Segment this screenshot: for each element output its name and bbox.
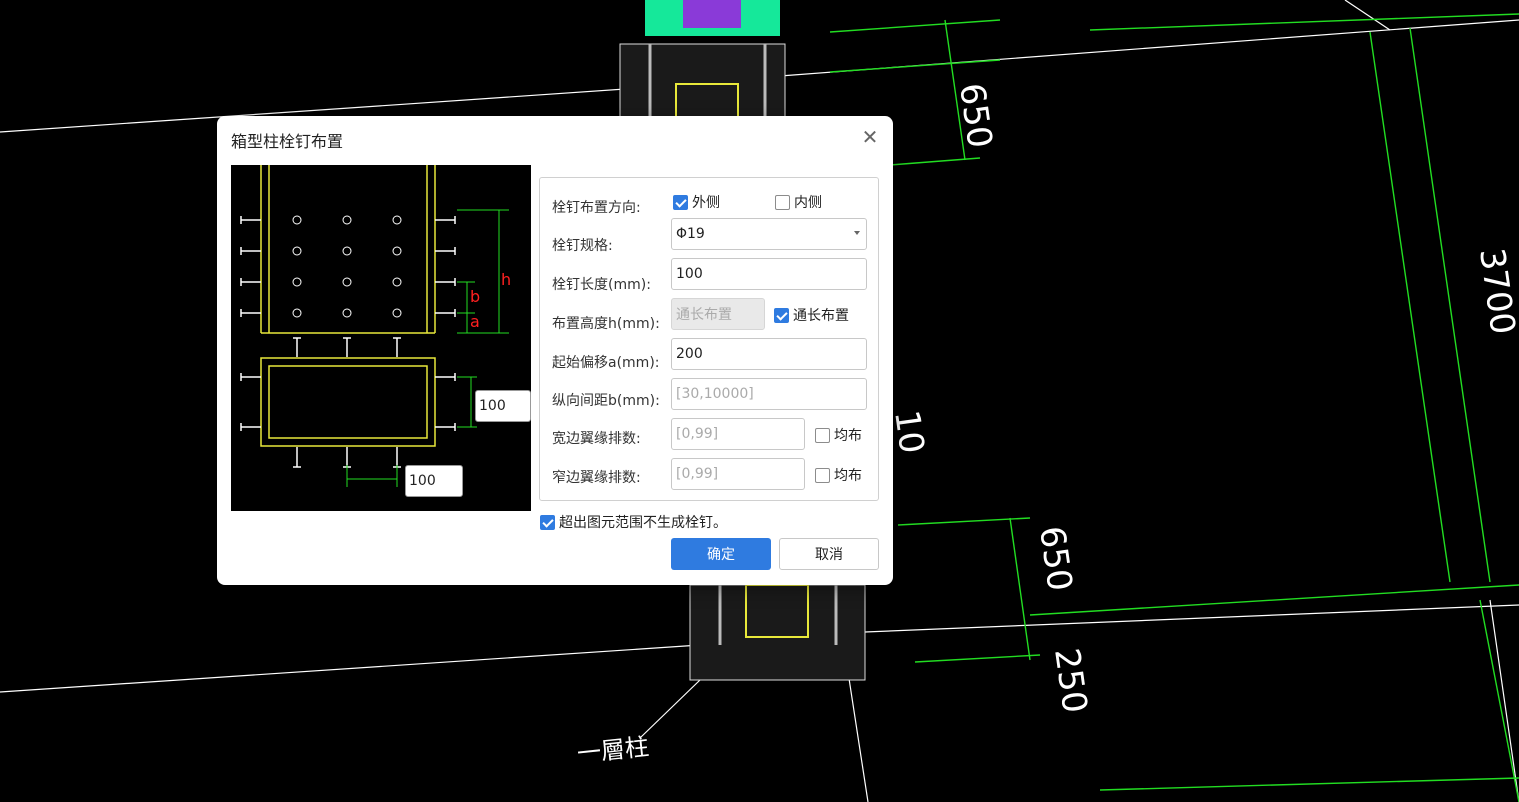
wide-flange-rows-label: 宽边翼缘排数: <box>552 431 641 447</box>
narrow-even-checkbox[interactable]: 均布 <box>815 465 862 485</box>
layout-height-input: 通长布置 <box>671 298 765 330</box>
narrow-flange-rows-label: 窄边翼缘排数: <box>552 470 641 486</box>
dim-text: 250 <box>1046 646 1095 716</box>
start-offset-input[interactable]: 200 <box>671 338 867 370</box>
checkbox-unchecked-icon <box>775 194 790 210</box>
checkbox-checked-icon <box>673 194 688 210</box>
stud-length-input[interactable]: 100 <box>671 258 867 290</box>
cancel-button[interactable]: 取消 <box>779 538 879 570</box>
dim-text: 650 <box>1031 524 1080 594</box>
direction-label: 栓钉布置方向: <box>552 200 641 216</box>
ok-button[interactable]: 确定 <box>671 538 771 570</box>
wide-flange-rows-input[interactable]: [0,99] <box>671 418 805 450</box>
narrow-flange-rows-input[interactable]: [0,99] <box>671 458 805 490</box>
wide-even-checkbox[interactable]: 均布 <box>815 425 862 445</box>
dim-text: 3700 <box>1471 246 1519 337</box>
checkbox-checked-icon <box>774 307 789 323</box>
preview-side-spacing-input[interactable]: 100 <box>475 390 531 422</box>
full-length-checkbox[interactable]: 通长布置 <box>774 305 849 325</box>
preview-label-a: a <box>470 312 480 331</box>
settings-panel: 栓钉布置方向: 外侧 内侧 栓钉规格: Φ19 栓钉长度(mm): 100 布置… <box>539 177 879 501</box>
dialog-title: 箱型柱栓钉布置 <box>231 132 344 151</box>
preview-bottom-spacing-input[interactable]: 100 <box>405 465 463 497</box>
skip-out-of-range-checkbox[interactable]: 超出图元范围不生成栓钉。 <box>540 512 727 532</box>
checkbox-unchecked-icon <box>815 467 830 483</box>
checkbox-checked-icon <box>540 514 555 530</box>
preview-label-h: h <box>501 270 511 289</box>
preview-drawing: h b a <box>240 165 511 487</box>
stud-spec-select[interactable]: Φ19 <box>671 218 867 250</box>
preview-outline <box>260 165 436 447</box>
layout-height-label: 布置高度h(mm): <box>552 316 660 332</box>
inner-side-checkbox[interactable]: 内侧 <box>775 192 822 212</box>
cad-label: 一層柱 <box>576 733 651 768</box>
column-bottom <box>689 584 866 681</box>
stud-length-label: 栓钉长度(mm): <box>552 277 651 293</box>
preview-label-b: b <box>470 287 480 306</box>
close-icon[interactable]: ✕ <box>859 126 881 148</box>
dim-text: 650 <box>951 81 1000 151</box>
stud-spec-label: 栓钉规格: <box>552 238 613 254</box>
outer-side-checkbox[interactable]: 外侧 <box>673 192 720 212</box>
layout-preview: h b a 100 100 <box>231 165 531 511</box>
checkbox-unchecked-icon <box>815 427 830 443</box>
vertical-spacing-label: 纵向间距b(mm): <box>552 393 660 409</box>
stud-dots <box>292 215 402 318</box>
stud-pins <box>240 216 456 468</box>
start-offset-label: 起始偏移a(mm): <box>552 355 660 371</box>
dimension-lines <box>829 13 1519 802</box>
chevron-down-icon <box>854 231 860 235</box>
vertical-spacing-input[interactable]: [30,10000] <box>671 378 867 410</box>
stud-layout-dialog: 箱型柱栓钉布置 ✕ h b a 100 100 栓钉布置方向: 外侧 内侧 栓钉… <box>217 116 893 585</box>
